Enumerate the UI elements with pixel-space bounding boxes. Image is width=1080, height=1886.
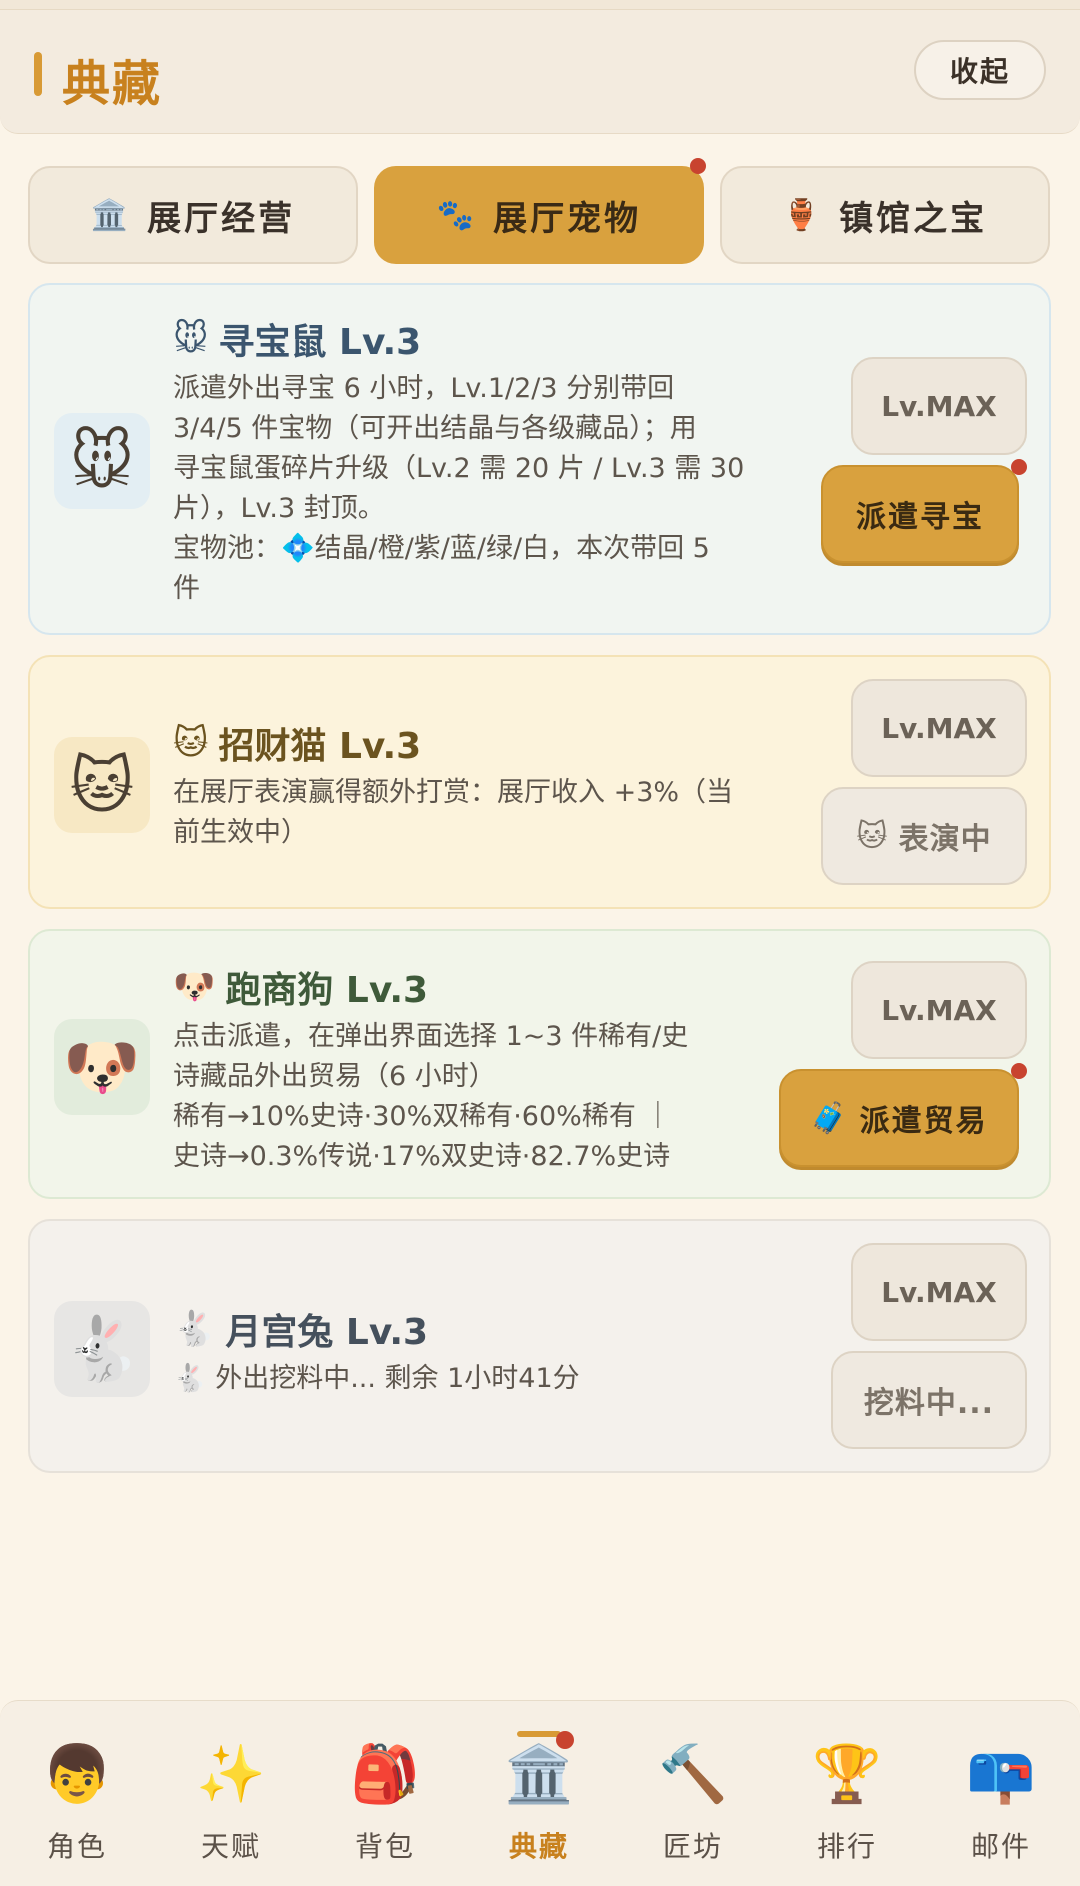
level-max-badge: Lv.MAX (851, 357, 1027, 455)
notification-dot (1011, 459, 1027, 475)
nav-backpack[interactable]: 🎒 背包 (325, 1737, 445, 1867)
level-max-badge: Lv.MAX (851, 961, 1027, 1059)
museum-icon: 🏛️ (90, 197, 132, 233)
pet-description: 派遣外出寻宝 6 小时，Lv.1/2/3 分别带回 3/4/5 件宝物（可开出结… (173, 369, 813, 609)
cat-icon: 🐱 (173, 723, 209, 763)
vase-icon: 🏺 (782, 197, 824, 233)
page-title: 典藏 (62, 56, 163, 112)
page: 典藏 收起 🏛️ 展厅经营 🐾 展厅宠物 🏺 镇馆之宝 🐭 🐭 寻宝鼠 Lv.3… (0, 0, 1080, 1886)
pet-card-treasure-mouse: 🐭 🐭 寻宝鼠 Lv.3 派遣外出寻宝 6 小时，Lv.1/2/3 分别带回 3… (28, 283, 1051, 635)
nav-workshop[interactable]: 🔨 匠坊 (633, 1737, 753, 1867)
tab-label: 展厅宠物 (493, 198, 642, 239)
tab-museum-treasure[interactable]: 🏺 镇馆之宝 (720, 166, 1050, 264)
button-label: 表演中 (898, 822, 992, 857)
tab-notification-dot (690, 158, 706, 174)
pet-title: 🐇 月宫兔 Lv.3 (173, 1303, 428, 1355)
cat-icon: 🐱 (54, 737, 150, 833)
level-max-badge: Lv.MAX (851, 1243, 1027, 1341)
desc-line: 诗藏品外出贸易（6 小时） (173, 1061, 496, 1092)
dog-icon: 🐶 (173, 967, 216, 1007)
pet-title: 🐱 招财猫 Lv.3 (173, 717, 421, 769)
pet-name: 招财猫 Lv.3 (218, 726, 422, 767)
collapse-button[interactable]: 收起 (914, 40, 1046, 100)
desc-line: 3/4/5 件宝物（可开出结晶与各级藏品）；用 (173, 413, 697, 444)
top-sliver (0, 0, 1080, 10)
pet-description: 点击派遣，在弹出界面选择 1~3 件稀有/史 诗藏品外出贸易（6 小时） 稀有→… (173, 1017, 813, 1177)
pet-card-trade-dog: 🐶 🐶 跑商狗 Lv.3 点击派遣，在弹出界面选择 1~3 件稀有/史 诗藏品外… (28, 929, 1051, 1199)
button-label: 派遣寻宝 (856, 500, 984, 535)
desc-line: 在展厅表演赢得额外打赏：展厅收入 +3%（当 (173, 777, 734, 808)
level-max-badge: Lv.MAX (851, 679, 1027, 777)
nav-talent[interactable]: ✨ 天赋 (171, 1737, 291, 1867)
tab-label: 镇馆之宝 (839, 198, 988, 239)
nav-label: 匠坊 (662, 1830, 723, 1863)
sparkles-icon: ✨ (196, 1742, 266, 1807)
nav-ranking[interactable]: 🏆 排行 (787, 1737, 907, 1867)
tab-hall-operation[interactable]: 🏛️ 展厅经营 (28, 166, 358, 264)
nav-label: 角色 (46, 1830, 107, 1863)
nav-collection[interactable]: 🏛️ 典藏 (479, 1731, 599, 1867)
performing-status-button[interactable]: 🐱 表演中 (821, 787, 1027, 885)
nav-notification-dot (556, 1731, 574, 1749)
tab-label: 展厅经营 (147, 198, 296, 239)
luggage-icon: 🧳 (810, 1100, 850, 1136)
boy-icon: 👦 (42, 1742, 112, 1807)
pet-title: 🐭 寻宝鼠 Lv.3 (173, 313, 421, 365)
mouse-icon: 🐭 (173, 319, 209, 359)
pet-name: 跑商狗 Lv.3 (225, 970, 429, 1011)
trophy-icon: 🏆 (812, 1742, 882, 1807)
nav-label: 典藏 (508, 1830, 569, 1863)
desc-line: 史诗→0.3%传说·17%双史诗·82.7%史诗 (173, 1141, 671, 1172)
desc-line: 🐇 外出挖料中... 剩余 1小时41分 (173, 1363, 580, 1394)
nav-character[interactable]: 👦 角色 (17, 1737, 137, 1867)
pet-description: 在展厅表演赢得额外打赏：展厅收入 +3%（当 前生效中） (173, 773, 813, 853)
dispatch-treasure-button[interactable]: 派遣寻宝 (821, 465, 1019, 563)
desc-line: 点击派遣，在弹出界面选择 1~3 件稀有/史 (173, 1021, 689, 1052)
nav-mail[interactable]: 📪 邮件 (941, 1737, 1061, 1867)
nav-label: 排行 (816, 1830, 877, 1863)
cat-icon: 🐱 (856, 818, 889, 854)
nav-label: 天赋 (200, 1830, 261, 1863)
digging-status-button[interactable]: 挖料中... (831, 1351, 1027, 1449)
backpack-icon: 🎒 (350, 1742, 420, 1807)
desc-line: 稀有→10%史诗·30%双稀有·60%稀有 ｜ (173, 1101, 672, 1132)
button-label: 挖料中... (863, 1386, 995, 1421)
hammer-icon: 🔨 (658, 1742, 728, 1807)
tab-hall-pets[interactable]: 🐾 展厅宠物 (374, 166, 704, 264)
title-accent-bar (34, 52, 42, 96)
nav-label: 邮件 (970, 1830, 1031, 1863)
nav-label: 背包 (354, 1830, 415, 1863)
desc-line: 宝物池：💠结晶/橙/紫/蓝/绿/白，本次带回 5 (173, 533, 710, 564)
desc-line: 寻宝鼠蛋碎片升级（Lv.2 需 20 片 / Lv.3 需 30 (173, 453, 745, 484)
pet-card-lucky-cat: 🐱 🐱 招财猫 Lv.3 在展厅表演赢得额外打赏：展厅收入 +3%（当 前生效中… (28, 655, 1051, 909)
dog-icon: 🐶 (54, 1019, 150, 1115)
dispatch-trade-button[interactable]: 🧳 派遣贸易 (779, 1069, 1019, 1167)
pet-title: 🐶 跑商狗 Lv.3 (173, 961, 428, 1013)
pet-card-moon-rabbit: 🐇 🐇 月宫兔 Lv.3 🐇 外出挖料中... 剩余 1小时41分 Lv.MAX… (28, 1219, 1051, 1473)
mouse-icon: 🐭 (54, 413, 150, 509)
notification-dot (1011, 1063, 1027, 1079)
desc-line: 前生效中） (173, 817, 308, 848)
rabbit-icon: 🐇 (173, 1309, 216, 1349)
pet-name: 月宫兔 Lv.3 (225, 1312, 429, 1353)
desc-line: 件 (173, 573, 200, 604)
pet-status-text: 🐇 外出挖料中... 剩余 1小时41分 (173, 1359, 813, 1399)
active-indicator (517, 1731, 561, 1737)
bottom-navigation: 👦 角色 ✨ 天赋 🎒 背包 🏛️ 典藏 🔨 匠坊 🏆 排行 📪 邮件 (0, 1700, 1080, 1886)
button-label: 派遣贸易 (859, 1104, 988, 1139)
mailbox-icon: 📪 (966, 1742, 1036, 1807)
desc-line: 片），Lv.3 封顶。 (173, 493, 385, 524)
rabbit-icon: 🐇 (54, 1301, 150, 1397)
desc-line: 派遣外出寻宝 6 小时，Lv.1/2/3 分别带回 (173, 373, 675, 404)
header: 典藏 收起 (0, 10, 1080, 134)
paw-icon: 🐾 (436, 197, 478, 233)
pet-name: 寻宝鼠 Lv.3 (218, 322, 422, 363)
